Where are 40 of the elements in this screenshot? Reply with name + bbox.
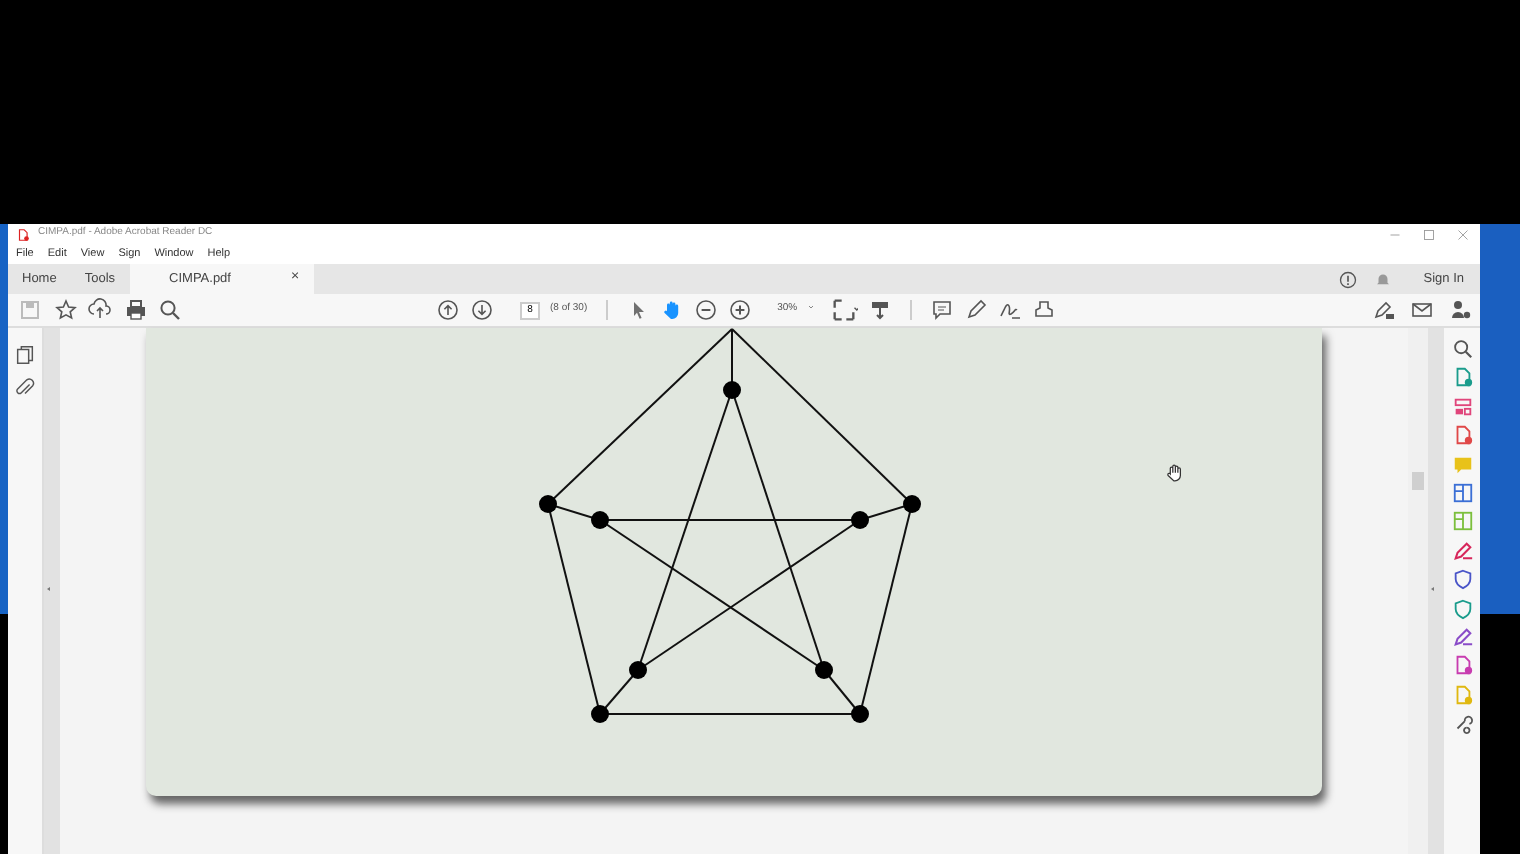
graph-node xyxy=(539,495,557,513)
upload-icon[interactable] xyxy=(88,298,112,322)
graph-node xyxy=(591,705,609,723)
app-logo-icon xyxy=(16,227,30,241)
graph-node xyxy=(903,495,921,513)
zoom-out-icon[interactable] xyxy=(693,298,718,322)
wrench-icon[interactable] xyxy=(1451,712,1473,735)
next-page-icon[interactable] xyxy=(470,298,494,322)
shield-icon[interactable] xyxy=(1451,568,1473,591)
maximize-icon[interactable] xyxy=(1420,225,1438,243)
zoom-icon[interactable] xyxy=(1451,338,1473,360)
search-icon[interactable] xyxy=(158,298,182,322)
scroll-mode-icon[interactable] xyxy=(867,298,892,322)
comment-icon[interactable] xyxy=(929,298,954,322)
pen-icon[interactable] xyxy=(963,298,988,322)
pen-icon[interactable] xyxy=(1451,539,1473,562)
graph-node xyxy=(851,705,869,723)
graph-node xyxy=(851,511,869,529)
print-icon[interactable] xyxy=(123,298,147,322)
stamp-icon[interactable] xyxy=(1031,298,1056,322)
star-icon[interactable] xyxy=(53,298,77,322)
fill-sign-icon[interactable] xyxy=(1372,298,1396,322)
share-user-icon[interactable] xyxy=(1448,298,1472,322)
help-icon[interactable] xyxy=(1337,269,1358,289)
signature-icon[interactable] xyxy=(997,298,1022,322)
scrollbar[interactable] xyxy=(1408,328,1428,854)
hand-cursor-icon xyxy=(1167,464,1181,482)
zoom-in-icon[interactable] xyxy=(727,298,752,322)
fit-page-icon[interactable] xyxy=(829,296,858,324)
pen-icon[interactable] xyxy=(1451,625,1473,648)
mail-icon[interactable] xyxy=(1410,298,1434,322)
graph-node xyxy=(723,381,741,399)
layout-icon[interactable] xyxy=(1451,395,1473,418)
graph-node xyxy=(591,511,609,529)
graph-node xyxy=(629,661,647,679)
attachment-icon[interactable] xyxy=(14,378,36,400)
previous-page-icon[interactable] xyxy=(436,298,460,322)
hand-tool-icon[interactable] xyxy=(659,298,684,322)
scroll-thumb[interactable] xyxy=(1412,472,1424,490)
graph-node xyxy=(815,661,833,679)
